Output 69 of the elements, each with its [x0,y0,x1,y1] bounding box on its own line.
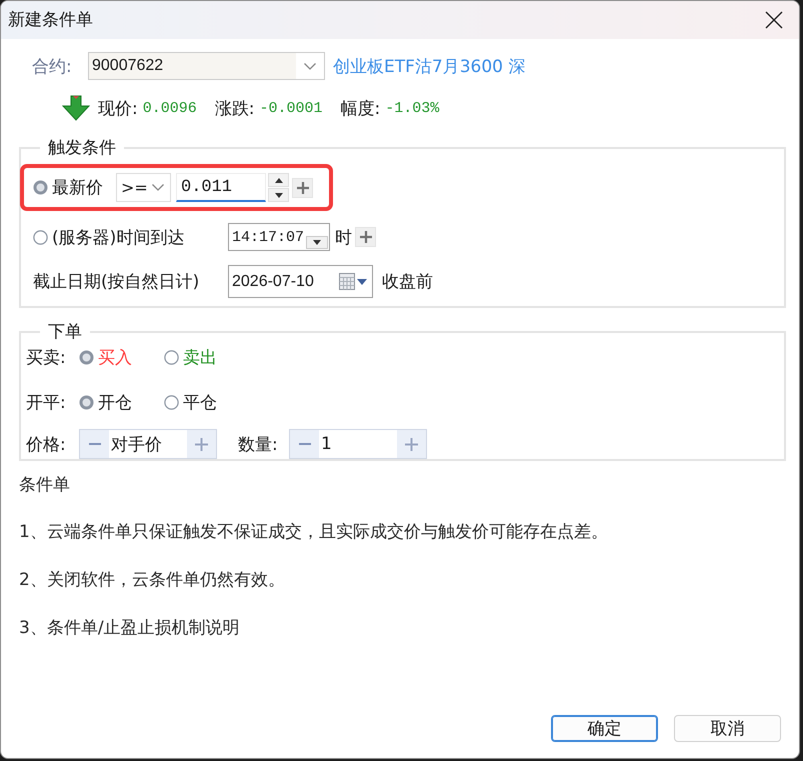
plus-icon [360,231,372,243]
minus-icon [88,443,100,445]
price-input[interactable]: 0.011 [176,173,266,202]
server-time-radio[interactable]: (服务器)时间到达 [33,226,228,248]
stepper-value: 1 [320,434,333,454]
decrease-button[interactable] [268,188,289,202]
increase-button[interactable] [268,173,289,187]
contract-label: 合约: [32,56,73,78]
plus-icon [405,438,418,450]
quote-label: 现价: [98,98,138,120]
date-value: 2026-07-10 [232,272,314,290]
note-text: 1、云端条件单只保证触发不保证成交，且实际成交价与触发价可能存在点差。 [19,521,609,543]
hour-label: 时 [335,226,352,248]
field-label: 价格: [26,434,67,456]
decrement-button[interactable] [80,430,109,458]
quote-value: -0.0001 [259,100,322,116]
option-label: 开仓 [98,392,132,414]
close-button[interactable] [764,10,784,30]
notes-title: 条件单 [19,475,71,495]
option-radio[interactable]: 买入 [79,346,164,368]
option-label: 平仓 [183,392,217,414]
chevron-down-icon [152,184,164,191]
plus-icon [195,438,208,450]
stepper-field[interactable]: 1 [289,429,427,459]
field-label: 数量: [238,434,279,456]
note-text: 2、关闭软件，云条件单仍然有效。 [19,569,286,591]
stepper-value: 对手价 [110,434,163,456]
quote-value: -1.03% [385,100,440,116]
minus-icon [298,443,310,445]
stepper-field[interactable]: 对手价 [79,429,217,459]
option-radio[interactable]: 卖出 [164,346,249,368]
quote-label: 涨跌: [214,98,254,120]
group-title: 下单 [47,323,83,341]
calendar-button[interactable] [339,273,367,290]
caret-down-icon [357,278,367,284]
plus-icon [296,182,308,194]
dialog-button[interactable]: 取消 [674,715,781,742]
chevron-down-icon [304,62,316,70]
latest-price-radio[interactable]: 最新价 [33,176,103,199]
dropdown-button[interactable] [296,53,324,79]
decrement-button[interactable] [290,430,319,458]
operator-dropdown[interactable]: >= [116,173,171,202]
expiry-label: 截止日期(按自然日计) [33,271,200,293]
add-button[interactable] [355,227,376,247]
option-radio[interactable]: 开仓 [79,390,164,414]
option-radio[interactable]: 平仓 [164,390,249,414]
field-label: 开平: [26,392,67,414]
note-text: 3、条件单/止盈止损机制说明 [19,617,241,639]
date-field[interactable]: 2026-07-10 [228,265,373,298]
group-title: 触发条件 [47,139,117,157]
time-dropdown-button[interactable] [306,236,328,249]
time-value: 14:17:07 [232,228,304,246]
window-title: 新建条件单 [8,10,93,30]
dialog-button[interactable]: 确定 [551,715,658,742]
close-icon [765,11,783,29]
contract-combobox[interactable]: 90007622 [88,52,325,80]
field-label: 买卖: [26,346,67,368]
suffix-label: 收盘前 [382,271,433,293]
option-label: 卖出 [183,346,217,368]
option-label: 买入 [98,346,132,368]
time-field[interactable]: 14:17:07 [228,223,330,251]
calendar-icon [339,273,355,290]
add-button[interactable] [292,178,313,198]
quote-value: 0.0096 [142,100,197,116]
caret-up-icon [274,178,282,182]
caret-down-icon [313,240,321,245]
quote-label: 幅度: [340,98,380,120]
contract-code: 90007622 [91,57,164,75]
caret-down-icon [274,192,282,198]
